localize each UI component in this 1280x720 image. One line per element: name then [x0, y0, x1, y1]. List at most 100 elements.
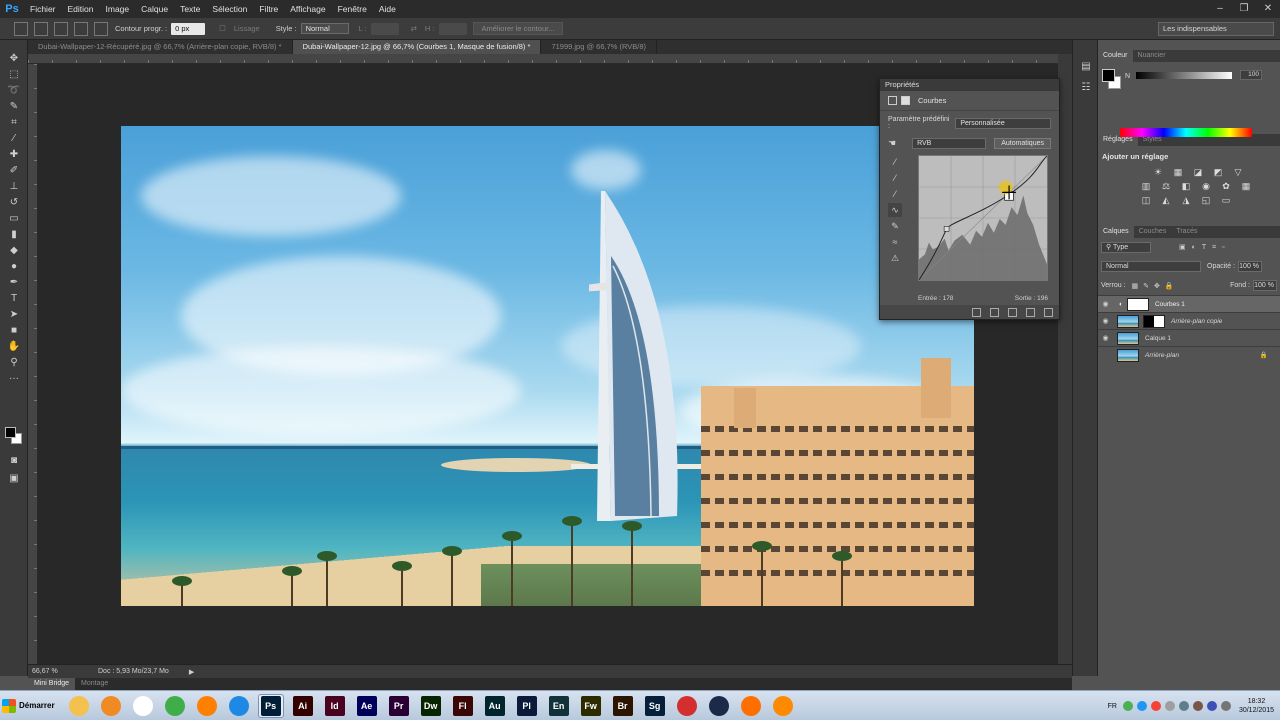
taskbar-app[interactable]: Ai — [290, 694, 316, 718]
color-lookup-icon[interactable]: ▦ — [1240, 181, 1252, 192]
layer-filter-select[interactable]: ⚲ Type — [1101, 242, 1151, 253]
visibility-icon[interactable] — [1026, 307, 1035, 317]
width-input[interactable] — [370, 22, 399, 35]
adjustment-icon[interactable] — [888, 96, 897, 105]
menu-selection[interactable]: Sélection — [206, 4, 253, 14]
taskbar-app[interactable]: Ps — [257, 693, 284, 718]
layer-thumbnail[interactable] — [1117, 348, 1139, 362]
taskbar-app[interactable] — [162, 694, 188, 718]
properties-icon[interactable]: ☷ — [1078, 80, 1094, 96]
levels-icon[interactable]: ▦ — [1172, 167, 1184, 178]
curves-icon[interactable]: ◪ — [1192, 167, 1204, 178]
marquee-tool-icon[interactable]: ⬚ — [4, 67, 24, 82]
hand-adjust-icon[interactable]: ☚ — [888, 138, 896, 149]
quick-select-tool-icon[interactable]: ✎ — [4, 99, 24, 114]
layer-row[interactable]: ◉ ◐ Courbes 1 — [1098, 295, 1280, 312]
status-arrow-icon[interactable]: ▶ — [189, 668, 194, 676]
eye-icon[interactable]: ◉ — [1098, 334, 1113, 342]
clip-warning-icon[interactable]: ⚠ — [888, 251, 902, 265]
close-button[interactable]: ✕ — [1256, 0, 1280, 18]
auto-button[interactable]: Automatiques — [994, 137, 1051, 149]
lock-icons[interactable]: ▦✎✥🔒 — [1132, 282, 1179, 290]
intersect-selection-icon[interactable] — [94, 21, 108, 36]
style-select[interactable]: Normal — [300, 23, 349, 34]
taskbar-app[interactable] — [674, 694, 700, 718]
screen-mode-icon[interactable]: ▣ — [4, 471, 24, 486]
layer-row[interactable]: ◉ Calque 1 — [1098, 329, 1280, 346]
eyedropper-tool-icon[interactable]: ⁄ — [4, 131, 24, 146]
properties-title[interactable]: Propriétés — [880, 79, 1059, 91]
dodge-tool-icon[interactable]: ● — [4, 259, 24, 274]
vibrance-icon[interactable]: ▽ — [1232, 167, 1244, 178]
menu-filtre[interactable]: Filtre — [253, 4, 284, 14]
eyedropper-black-icon[interactable]: ⁄ — [888, 155, 902, 169]
eraser-tool-icon[interactable]: ▭ — [4, 211, 24, 226]
taskbar-app[interactable]: Ae — [354, 694, 380, 718]
tray-icon[interactable] — [1150, 701, 1161, 711]
preset-select[interactable]: Personnalisée — [955, 117, 1051, 129]
taskbar-app[interactable]: Fw — [578, 694, 604, 718]
zoom-tool-icon[interactable]: ⚲ — [4, 355, 24, 370]
taskbar-app[interactable]: Pl — [514, 694, 540, 718]
history-icon[interactable]: ▤ — [1078, 59, 1094, 75]
layer-row[interactable]: Arrière-plan 🔒 — [1098, 346, 1280, 363]
document-tab[interactable]: Dubai-Wallpaper-12-Récupéré.jpg @ 66,7% … — [28, 40, 293, 54]
new-selection-icon[interactable] — [34, 21, 48, 36]
crop-tool-icon[interactable]: ⌗ — [4, 115, 24, 130]
antialias-checkbox[interactable]: ☐ — [219, 24, 226, 33]
tray-icon[interactable] — [1122, 701, 1133, 711]
history-brush-icon[interactable]: ↺ — [4, 195, 24, 210]
taskbar-app[interactable] — [738, 694, 764, 718]
photo-filter-icon[interactable]: ◉ — [1200, 181, 1212, 192]
add-selection-icon[interactable] — [54, 21, 68, 36]
tab-couches[interactable]: Couches — [1134, 226, 1172, 238]
menu-texte[interactable]: Texte — [174, 4, 206, 14]
channel-select[interactable]: RVB — [912, 137, 987, 149]
selective-color-icon[interactable]: ◱ — [1200, 195, 1212, 206]
tab-montage[interactable]: Montage — [75, 678, 114, 690]
menu-fichier[interactable]: Fichier — [24, 4, 62, 14]
menu-affichage[interactable]: Affichage — [284, 4, 331, 14]
blur-tool-icon[interactable]: ◆ — [4, 243, 24, 258]
tray-icon[interactable] — [1136, 701, 1147, 711]
foreground-color-swatch[interactable] — [5, 427, 16, 438]
foreground-color[interactable] — [1102, 69, 1115, 82]
gradient-tool-icon[interactable]: ▮ — [4, 227, 24, 242]
taskbar-app[interactable]: Pr — [386, 694, 412, 718]
menu-edition[interactable]: Edition — [62, 4, 100, 14]
hand-tool-icon[interactable]: ✋ — [4, 339, 24, 354]
tab-couleur[interactable]: Couleur — [1098, 50, 1133, 62]
menu-fenetre[interactable]: Fenêtre — [332, 4, 373, 14]
pen-tool-icon[interactable]: ✒ — [4, 275, 24, 290]
color-spectrum[interactable] — [1120, 128, 1252, 137]
feather-input[interactable]: 0 px — [171, 22, 206, 35]
fill-input[interactable]: 100 % — [1253, 280, 1277, 291]
eye-icon[interactable]: ◉ — [1098, 317, 1113, 325]
invert-icon[interactable]: ◫ — [1140, 195, 1152, 206]
tab-mini-bridge[interactable]: Mini Bridge — [28, 678, 76, 690]
brush-tool-icon[interactable]: ✐ — [4, 163, 24, 178]
tab-nuancier[interactable]: Nuancier — [1133, 50, 1171, 62]
document-tab[interactable]: 71999.jpg @ 66,7% (RVB/8) — [541, 40, 658, 54]
clock[interactable]: 18:32 30/12/2015 — [1239, 697, 1274, 715]
menu-image[interactable]: Image — [100, 4, 136, 14]
tray-icon[interactable] — [1164, 701, 1175, 711]
refine-edge-button[interactable]: Améliorer le contour... — [472, 22, 564, 35]
canvas-scrollbar[interactable] — [1058, 54, 1072, 664]
shape-tool-icon[interactable]: ■ — [4, 323, 24, 338]
workspace-select[interactable]: Les indispensables — [1158, 22, 1274, 36]
stamp-tool-icon[interactable]: ⊥ — [4, 179, 24, 194]
taskbar-app[interactable] — [98, 694, 124, 718]
healing-tool-icon[interactable]: ✚ — [4, 147, 24, 162]
view-previous-icon[interactable] — [990, 307, 999, 317]
layer-thumbnail[interactable] — [1117, 331, 1139, 345]
taskbar-app[interactable]: Dw — [418, 694, 444, 718]
clip-to-layer-icon[interactable] — [972, 307, 981, 317]
volume-icon[interactable] — [1220, 701, 1231, 711]
taskbar-app[interactable] — [226, 694, 252, 718]
taskbar-app[interactable] — [770, 694, 796, 718]
path-select-icon[interactable]: ➤ — [4, 307, 24, 322]
quick-mask-icon[interactable]: ◙ — [4, 453, 24, 468]
eyedropper-gray-icon[interactable]: ⁄ — [888, 171, 902, 185]
eyedropper-white-icon[interactable]: ⁄ — [888, 187, 902, 201]
